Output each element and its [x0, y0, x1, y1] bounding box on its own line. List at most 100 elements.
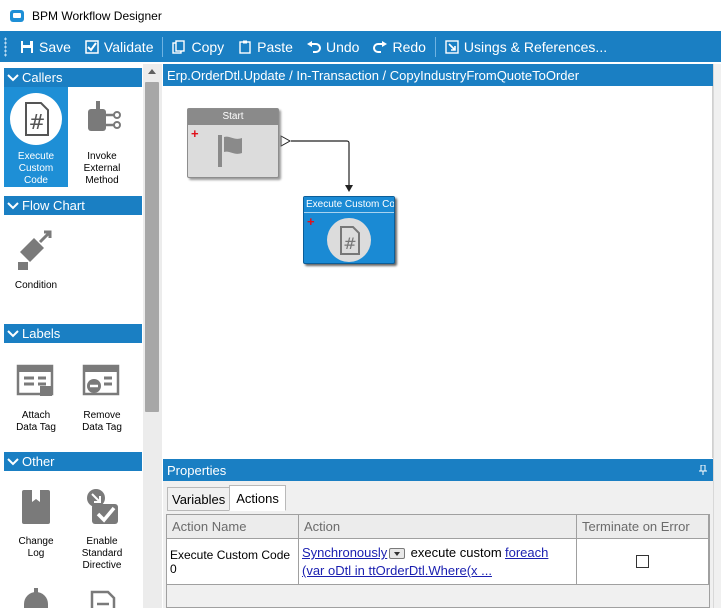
attach-data-tag-icon [16, 364, 54, 396]
section-labels-label: Labels [22, 326, 61, 341]
palette-item-change-log[interactable]: Change Log [4, 476, 68, 572]
usings-label: Usings & References... [463, 38, 608, 55]
palette-item-label: Attach Data Tag [16, 410, 56, 433]
canvas-breadcrumb: Erp.OrderDtl.Update / In-Transaction / C… [163, 64, 713, 86]
column-header-action[interactable]: Action [299, 515, 577, 538]
undo-icon [306, 40, 321, 53]
scrollbar-thumb[interactable] [145, 82, 159, 412]
toolbar-separator [434, 36, 436, 57]
flag-icon [218, 135, 242, 167]
expand-plus-icon[interactable]: + [191, 127, 199, 140]
section-callers-label: Callers [22, 70, 63, 85]
bell-icon [24, 588, 48, 608]
usings-references-button[interactable]: Usings & References... [438, 31, 614, 62]
section-labels[interactable]: Labels [4, 324, 142, 343]
palette-item-label: Invoke External Method [83, 151, 121, 186]
palette-item-attach-data-tag[interactable]: Attach Data Tag [4, 350, 68, 433]
condition-icon [18, 230, 52, 270]
actions-grid: Action Name Action Terminate on Error Ex… [166, 514, 710, 608]
tab-variables[interactable]: Variables [167, 487, 231, 511]
toolbar: Save Validate Copy Paste Undo Redo Using… [0, 31, 721, 62]
palette-item-label: Execute Custom Code [17, 151, 55, 186]
undo-button[interactable]: Undo [300, 31, 366, 62]
terminate-on-error-checkbox[interactable] [636, 555, 649, 568]
save-button[interactable]: Save [13, 31, 78, 62]
section-callers[interactable]: Callers [4, 68, 142, 87]
paste-button[interactable]: Paste [231, 31, 300, 62]
code-preview-link[interactable]: (var oDtl in ttOrderDtl.Where(x ... [302, 563, 492, 578]
validate-button[interactable]: Validate [78, 31, 161, 62]
custom-code-icon: # [10, 93, 62, 145]
section-other[interactable]: Other [4, 452, 142, 471]
window-title: BPM Workflow Designer [32, 8, 162, 23]
palette-item-label: Enable Standard Directive [81, 536, 123, 571]
execute-custom-code-node[interactable]: Execute Custom Code 0 + # [303, 196, 395, 264]
change-log-icon [22, 490, 50, 524]
synchronously-link[interactable]: Synchronously [302, 545, 387, 560]
palette-item-condition[interactable]: Condition [4, 220, 68, 300]
undo-label: Undo [325, 38, 360, 55]
scroll-up-icon[interactable] [148, 69, 156, 74]
palette-item-label: Condition [14, 280, 58, 291]
properties-panel: Variables Actions Action Name Action Ter… [163, 481, 713, 608]
title-bar: BPM Workflow Designer [0, 0, 721, 31]
redo-button[interactable]: Redo [366, 31, 432, 62]
exec-node-title: Execute Custom Code 0 [304, 197, 394, 213]
redo-icon [373, 40, 388, 53]
cell-terminate-on-error [577, 539, 709, 584]
enable-directive-icon [87, 489, 118, 524]
toolbar-grip-icon[interactable] [4, 36, 7, 57]
start-node[interactable]: Start + [187, 108, 279, 178]
section-flow-chart-label: Flow Chart [22, 198, 85, 213]
column-header-terminate-on-error[interactable]: Terminate on Error [577, 515, 709, 538]
dropdown-arrow-icon[interactable] [389, 548, 406, 560]
palette-scrollbar[interactable] [143, 64, 162, 608]
save-label: Save [39, 38, 71, 55]
toolbar-separator [162, 36, 164, 57]
properties-tabs: Variables Actions [167, 485, 286, 511]
tab-actions[interactable]: Actions [229, 485, 286, 511]
palette-item-enable-standard-directive[interactable]: Enable Standard Directive [70, 476, 134, 572]
palette-item-execute-custom-code[interactable]: # Execute Custom Code [4, 87, 68, 187]
table-row[interactable]: Execute Custom Code 0 Synchronously exec… [167, 539, 709, 585]
start-node-title: Start [188, 109, 278, 125]
palette-item-label: Change Log [18, 536, 54, 559]
remove-data-tag-icon [82, 364, 120, 396]
palette-item-remove-data-tag[interactable]: Remove Data Tag [70, 350, 134, 433]
svg-text:#: # [29, 110, 46, 134]
action-text: execute custom [410, 545, 502, 560]
svg-text:#: # [343, 234, 356, 253]
pin-icon[interactable] [699, 465, 707, 475]
chevron-down-icon [4, 329, 22, 338]
toolbox-palette: Callers # Execute Custom Code Invoke Ext… [0, 64, 145, 608]
column-header-action-name[interactable]: Action Name [167, 515, 299, 538]
copy-icon [172, 39, 186, 54]
properties-header: Properties [163, 459, 713, 481]
foreach-link[interactable]: foreach [505, 545, 548, 560]
canvas-right-edge [713, 64, 721, 608]
copy-label: Copy [191, 38, 225, 55]
palette-item-label: Remove Data Tag [82, 410, 122, 433]
validate-label: Validate [103, 38, 154, 55]
save-icon [21, 40, 33, 53]
section-flow-chart[interactable]: Flow Chart [4, 196, 142, 215]
cell-action-name: Execute Custom Code 0 [167, 539, 299, 584]
palette-item-more-2[interactable] [70, 584, 134, 608]
paste-label: Paste [257, 38, 293, 55]
custom-code-icon: # [327, 218, 371, 262]
workflow-canvas[interactable]: Start + Execute Custom Code 0 + # [163, 86, 713, 458]
properties-title: Properties [167, 462, 227, 478]
app-icon [10, 9, 24, 22]
references-icon [445, 39, 459, 54]
palette-item-more-1[interactable] [4, 584, 68, 608]
document-icon [90, 590, 116, 608]
grid-header: Action Name Action Terminate on Error [167, 515, 709, 539]
cell-action: Synchronously execute custom foreach (va… [299, 539, 577, 584]
paste-icon [239, 40, 251, 54]
chevron-down-icon [4, 457, 22, 466]
copy-button[interactable]: Copy [165, 31, 231, 62]
expand-plus-icon[interactable]: + [307, 215, 315, 228]
checkbox-check-icon [85, 39, 99, 54]
chevron-down-icon [4, 73, 22, 82]
palette-item-invoke-external-method[interactable]: Invoke External Method [70, 87, 134, 187]
